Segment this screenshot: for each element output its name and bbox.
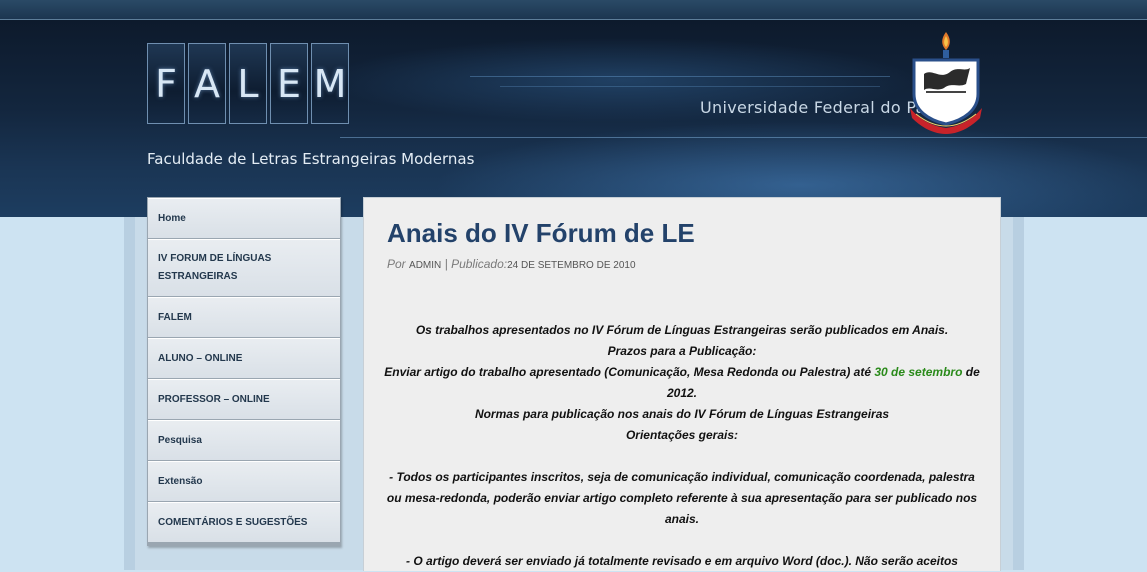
post-title[interactable]: Anais do IV Fórum de LE xyxy=(387,218,695,249)
body-paragraph: Orientações gerais: xyxy=(625,428,739,442)
nav-item-professor-online[interactable]: PROFESSOR – ONLINE xyxy=(148,379,340,420)
nav-item-falem[interactable]: FALEM xyxy=(148,297,340,338)
top-bar xyxy=(0,0,1147,20)
body-paragraph: Os trabalhos apresentados no IV Fórum de… xyxy=(415,323,949,337)
body-paragraph: Enviar artigo do trabalho apresentado (C… xyxy=(384,362,980,404)
site-tagline: Faculdade de Letras Estrangeiras Moderna… xyxy=(147,150,475,168)
post-author-link[interactable]: ADMIN xyxy=(409,260,441,271)
body-text-span: Enviar artigo do trabalho apresentado (C… xyxy=(384,365,875,379)
nav-item-extensao[interactable]: Extensão xyxy=(148,461,340,502)
site-header: F A L E M Universidade Federal do Pará F… xyxy=(0,20,1147,217)
post-meta: Por ADMIN | Publicado:24 DE SETEMBRO DE … xyxy=(387,257,636,271)
logo-letter: A xyxy=(188,43,226,124)
post-content: Anais do IV Fórum de LE Por ADMIN | Publ… xyxy=(363,197,1001,571)
nav-item-aluno-online[interactable]: ALUNO – ONLINE xyxy=(148,338,340,379)
site-logo[interactable]: F A L E M xyxy=(147,43,349,124)
by-label: Por xyxy=(387,257,406,271)
nav-item-home[interactable]: Home xyxy=(148,198,340,239)
post-body: Os trabalhos apresentados no IV Fórum de… xyxy=(384,320,980,572)
nav-item-forum[interactable]: IV FORUM DE LÍNGUAS ESTRANGEIRAS xyxy=(148,239,340,297)
nav-item-pesquisa[interactable]: Pesquisa xyxy=(148,420,340,461)
meta-separator: | xyxy=(444,257,448,271)
nav-item-comentarios[interactable]: COMENTÁRIOS E SUGESTÕES xyxy=(148,502,340,545)
logo-letter: M xyxy=(311,43,349,124)
body-paragraph: Prazos para a Publicação: xyxy=(607,344,757,358)
sidebar-nav: Home IV FORUM DE LÍNGUAS ESTRANGEIRAS FA… xyxy=(147,197,341,546)
logo-letter: E xyxy=(270,43,308,124)
logo-letter: L xyxy=(229,43,267,124)
university-crest-icon xyxy=(910,32,982,134)
logo-letter: F xyxy=(147,43,185,124)
post-date: 24 DE SETEMBRO DE 2010 xyxy=(507,260,636,271)
body-paragraph: - O artigo deverá ser enviado já totalme… xyxy=(406,554,958,568)
body-paragraph: Normas para publicação nos anais do IV F… xyxy=(474,407,890,421)
deadline-highlight: 30 de setembro xyxy=(874,365,963,379)
body-paragraph: - Todos os participantes inscritos, seja… xyxy=(386,470,978,526)
published-label: Publicado: xyxy=(451,257,508,271)
